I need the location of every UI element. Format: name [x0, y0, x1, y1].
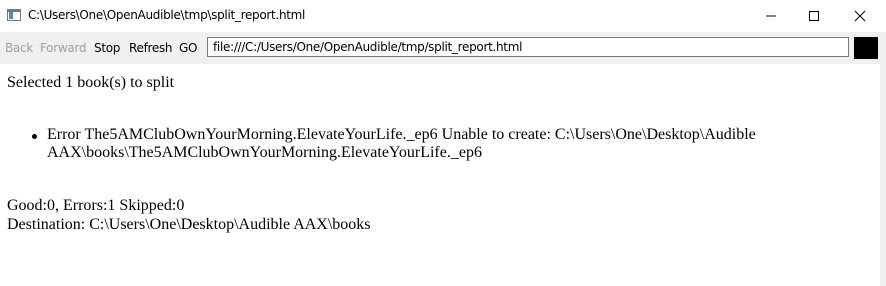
stop-button[interactable]: Stop	[94, 41, 120, 55]
close-button[interactable]	[837, 0, 883, 32]
go-button[interactable]: GO	[179, 41, 197, 55]
destination-text: Destination: C:\Users\One\Desktop\Audibl…	[7, 216, 371, 233]
bullet-icon	[32, 134, 37, 139]
selected-count-text: Selected 1 book(s) to split	[7, 74, 175, 91]
summary-text: Good:0, Errors:1 Skipped:0	[7, 197, 185, 214]
minimize-icon	[766, 15, 776, 17]
close-icon	[854, 10, 866, 22]
back-button[interactable]: Back	[5, 41, 33, 55]
maximize-icon	[809, 11, 819, 21]
minimize-button[interactable]	[748, 0, 794, 32]
forward-button[interactable]: Forward	[40, 41, 86, 55]
maximize-button[interactable]	[791, 0, 837, 32]
browser-throbber	[854, 37, 878, 59]
error-text: Error The5AMClubOwnYourMorning.ElevateYo…	[47, 126, 756, 161]
scrollbar-edge	[880, 64, 886, 286]
window-title: C:\Users\One\OpenAudible\tmp\split_repor…	[28, 8, 306, 22]
title-bar: C:\Users\One\OpenAudible\tmp\split_repor…	[0, 0, 886, 32]
report-content: Selected 1 book(s) to split Error The5AM…	[0, 64, 880, 286]
refresh-button[interactable]: Refresh	[129, 41, 173, 55]
address-bar-input[interactable]	[207, 37, 849, 57]
browser-window-icon	[7, 9, 21, 21]
